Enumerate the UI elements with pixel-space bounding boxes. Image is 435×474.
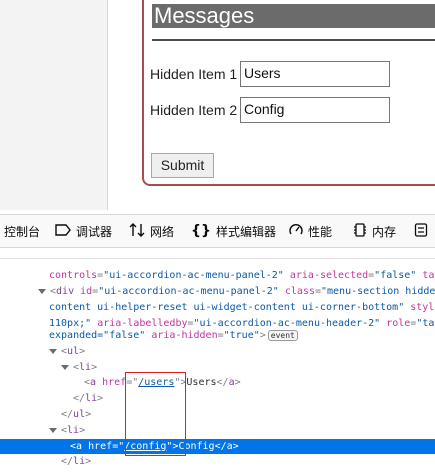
- storage-icon: [414, 222, 428, 240]
- tab-debugger[interactable]: 调试器: [55, 215, 112, 247]
- markup-line-li-close-2[interactable]: </li>: [61, 454, 91, 469]
- markup-line-li-close-1[interactable]: </li>: [73, 391, 103, 406]
- event-badge[interactable]: event: [267, 329, 298, 341]
- panel-title: Messages: [152, 4, 435, 28]
- inspector-markup-view: controls="ui-accordion-ac-menu-panel-2" …: [0, 268, 435, 474]
- toolbar-separator: [0, 258, 435, 259]
- tab-memory[interactable]: 内存: [353, 215, 396, 247]
- tab-console-label: 控制台: [4, 224, 41, 239]
- markup-line-li-open-2[interactable]: <li>: [49, 423, 85, 438]
- tab-style-editor[interactable]: {} 样式编辑器: [191, 215, 276, 247]
- tab-console[interactable]: 控制台: [4, 215, 40, 247]
- markup-line-1[interactable]: controls="ui-accordion-ac-menu-panel-2" …: [49, 268, 435, 283]
- panel-rule: [152, 39, 435, 41]
- web-page-viewport: Messages Hidden Item 1 Users Hidden Item…: [0, 0, 435, 210]
- debugger-icon: [55, 223, 71, 239]
- collapse-toggle-icon[interactable]: [38, 288, 46, 294]
- tab-performance-label: 性能: [308, 224, 333, 239]
- devtools-toolbar: 控制台 调试器 网络 {} 样式编辑器 性能 内存: [0, 214, 435, 248]
- style-editor-icon: {}: [191, 223, 211, 239]
- tab-style-editor-label: 样式编辑器: [215, 224, 276, 239]
- hidden-item-2-input[interactable]: Config: [240, 97, 390, 123]
- markup-line-3[interactable]: content ui-helper-reset ui-widget-conten…: [49, 300, 435, 315]
- markup-line-5[interactable]: expanded="false" aria-hidden="true"> even…: [49, 328, 298, 343]
- tab-performance[interactable]: 性能: [289, 215, 332, 247]
- hidden-item-1-input[interactable]: Users: [240, 61, 390, 87]
- markup-line-li-open-1[interactable]: <li>: [61, 360, 97, 375]
- page-divider: [107, 0, 108, 210]
- hidden-item-1-label: Hidden Item 1: [150, 66, 238, 82]
- network-icon: [129, 222, 145, 240]
- tab-memory-label: 内存: [372, 224, 397, 239]
- markup-line-a-config-selected[interactable]: <a href="/config">Config</a>: [0, 439, 435, 454]
- markup-line-ul-close[interactable]: </ul>: [61, 407, 91, 422]
- markup-line-div[interactable]: <div id="ui-accordion-ac-menu-panel-2" c…: [38, 284, 435, 299]
- markup-line-ul-open[interactable]: <ul>: [49, 344, 85, 359]
- performance-icon: [289, 223, 303, 240]
- tab-network[interactable]: 网络: [129, 215, 174, 247]
- tab-more[interactable]: [414, 215, 433, 247]
- page-left-gutter: [0, 0, 107, 210]
- collapse-toggle-icon[interactable]: [61, 364, 69, 370]
- tab-debugger-label: 调试器: [76, 224, 113, 239]
- memory-icon: [353, 222, 367, 240]
- tab-network-label: 网络: [150, 224, 175, 239]
- annotation-highlight-box: [125, 372, 186, 456]
- collapse-toggle-icon[interactable]: [49, 427, 57, 433]
- collapse-toggle-icon[interactable]: [49, 348, 57, 354]
- hidden-item-2-label: Hidden Item 2: [150, 102, 238, 118]
- submit-button[interactable]: Submit: [151, 153, 214, 178]
